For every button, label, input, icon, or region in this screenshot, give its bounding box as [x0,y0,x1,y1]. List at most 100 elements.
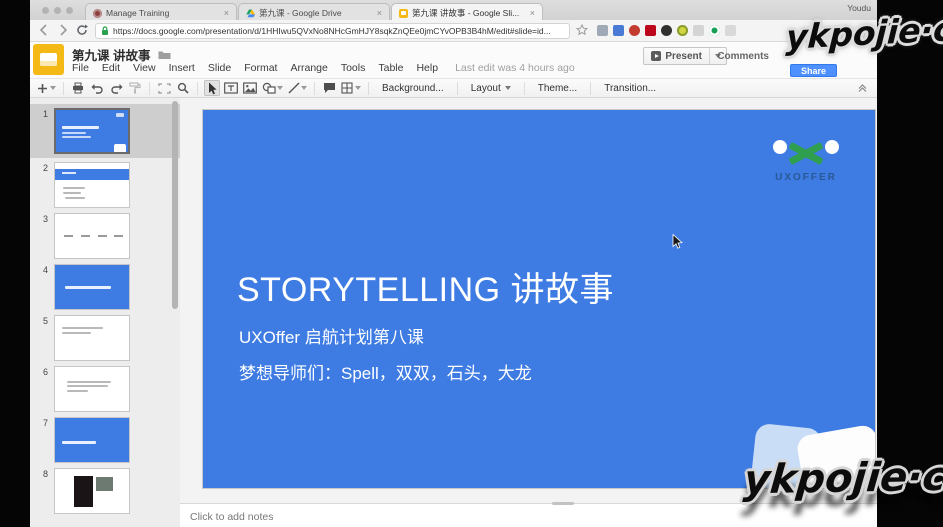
slide-thumbnail-4[interactable]: 4 [30,264,180,310]
slide-thumbnail-2[interactable]: 2 [30,162,180,208]
thumb-preview[interactable] [54,264,130,310]
menu-arrange[interactable]: Arrange [290,62,327,74]
paint-format-icon[interactable] [127,80,143,96]
extension-icon[interactable] [661,25,672,36]
google-slides-favicon [399,9,408,18]
slide-title-text[interactable]: STORYTELLING 讲故事 [237,262,614,311]
insert-image-tool[interactable] [242,80,258,96]
present-button[interactable]: Present [643,47,727,65]
thumb-preview[interactable] [54,417,130,463]
zoom-fit-icon[interactable] [156,80,172,96]
notes-placeholder[interactable]: Click to add notes [190,511,273,523]
extension-icon[interactable] [677,25,688,36]
thumb-preview[interactable] [54,366,130,412]
edit-toolbar: Background... Layout Theme... Transition… [30,78,877,98]
grid-layout-tool[interactable] [340,80,362,96]
grammarly-extension-icon[interactable] [709,25,720,36]
slide-thumbnail-6[interactable]: 6 [30,366,180,412]
slide-number: 2 [30,163,54,173]
menu-format[interactable]: Format [244,62,277,74]
zoom-window-button[interactable] [66,7,73,14]
text-box-tool[interactable] [223,80,239,96]
menu-file[interactable]: File [72,62,89,74]
tab-strip: Manage Training × 第九课 - Google Drive × 第… [30,0,877,20]
slide-thumbnail-8[interactable]: 8 [30,468,180,514]
select-tool[interactable] [204,80,220,96]
chrome-profile-name[interactable]: Youdu [847,3,871,13]
window-controls[interactable] [42,7,73,14]
address-bar[interactable]: https://docs.google.com/presentation/d/1… [95,23,570,39]
extension-icon[interactable] [725,25,736,36]
speaker-notes-bar[interactable]: Click to add notes [180,503,877,527]
collapse-toolbar-icon[interactable] [858,83,867,92]
theme-button[interactable]: Theme... [531,80,584,96]
screen: Manage Training × 第九课 - Google Drive × 第… [0,0,943,527]
current-slide[interactable]: UXOFFER STORYTELLING 讲故事 UXOffer 启航计划第八课… [203,110,875,488]
menu-help[interactable]: Help [416,62,438,74]
extension-icon[interactable] [693,25,704,36]
insert-comment-tool[interactable] [321,80,337,96]
move-to-folder-icon[interactable] [158,50,171,60]
tab-slides-active[interactable]: 第九课 讲故事 - Google Sli... × [391,3,543,20]
uxoffer-logo: UXOFFER [771,140,841,186]
slide-filmstrip[interactable]: 1 2 3 [30,98,180,527]
extensions-row [597,25,736,36]
back-icon[interactable] [38,24,51,37]
menu-slide[interactable]: Slide [208,62,231,74]
slide-mentors-text[interactable]: 梦想导师们：Spell，双双，石头，大龙 [239,359,532,384]
extension-icon[interactable] [597,25,608,36]
slide-number: 1 [30,109,54,119]
slides-app-header: 第九课 讲故事 File Edit View Insert Slide Form… [30,42,877,78]
menu-table[interactable]: Table [378,62,403,74]
filmstrip-scrollbar[interactable] [172,101,178,309]
background-button[interactable]: Background... [375,80,451,96]
tab-manage-training[interactable]: Manage Training × [85,3,237,20]
tab-close-icon[interactable]: × [529,8,536,18]
slide-number: 8 [30,469,54,479]
notes-resize-handle[interactable] [552,502,574,505]
redo-icon[interactable] [108,80,124,96]
forward-icon[interactable] [57,24,70,37]
last-edit-status[interactable]: Last edit was 4 hours ago [455,62,575,74]
tab-google-drive[interactable]: 第九课 - Google Drive × [238,3,390,20]
slide-thumbnail-3[interactable]: 3 [30,213,180,259]
extension-icon[interactable] [629,25,640,36]
menu-insert[interactable]: Insert [169,62,195,74]
slide-thumbnail-5[interactable]: 5 [30,315,180,361]
print-icon[interactable] [70,80,86,96]
share-button[interactable]: Share [790,64,837,77]
tab-close-icon[interactable]: × [376,8,383,18]
thumb-preview[interactable] [54,108,130,154]
thumb-preview[interactable] [54,315,130,361]
tab-title: 第九课 讲故事 - Google Sli... [412,7,525,19]
slide-subtitle-text[interactable]: UXOffer 启航计划第八课 [239,323,424,348]
insert-shape-tool[interactable] [261,80,284,96]
slide-canvas[interactable]: UXOFFER STORYTELLING 讲故事 UXOffer 启航计划第八课… [180,98,877,503]
close-window-button[interactable] [42,7,49,14]
minimize-window-button[interactable] [54,7,61,14]
reload-icon[interactable] [76,24,89,37]
pinterest-extension-icon[interactable] [645,25,656,36]
tab-title: Manage Training [106,8,219,18]
bookmark-star-icon[interactable] [576,24,589,37]
undo-icon[interactable] [89,80,105,96]
slide-thumbnail-7[interactable]: 7 [30,417,180,463]
thumb-preview[interactable] [54,162,130,208]
comments-button[interactable]: Comments [717,51,769,62]
google-slides-logo[interactable] [33,44,64,75]
thumb-preview[interactable] [54,468,130,514]
browser-toolbar: https://docs.google.com/presentation/d/1… [30,20,877,42]
menu-tools[interactable]: Tools [341,62,366,74]
zoom-icon[interactable] [175,80,191,96]
menu-bar: File Edit View Insert Slide Format Arran… [72,62,575,74]
menu-edit[interactable]: Edit [102,62,120,74]
menu-view[interactable]: View [133,62,156,74]
transition-button[interactable]: Transition... [597,80,663,96]
layout-button[interactable]: Layout [464,80,518,96]
slide-thumbnail-1[interactable]: 1 [30,104,180,158]
thumb-preview[interactable] [54,213,130,259]
extension-icon[interactable] [613,25,624,36]
tab-close-icon[interactable]: × [223,8,230,18]
insert-line-tool[interactable] [287,80,308,96]
new-slide-button[interactable] [36,80,57,96]
